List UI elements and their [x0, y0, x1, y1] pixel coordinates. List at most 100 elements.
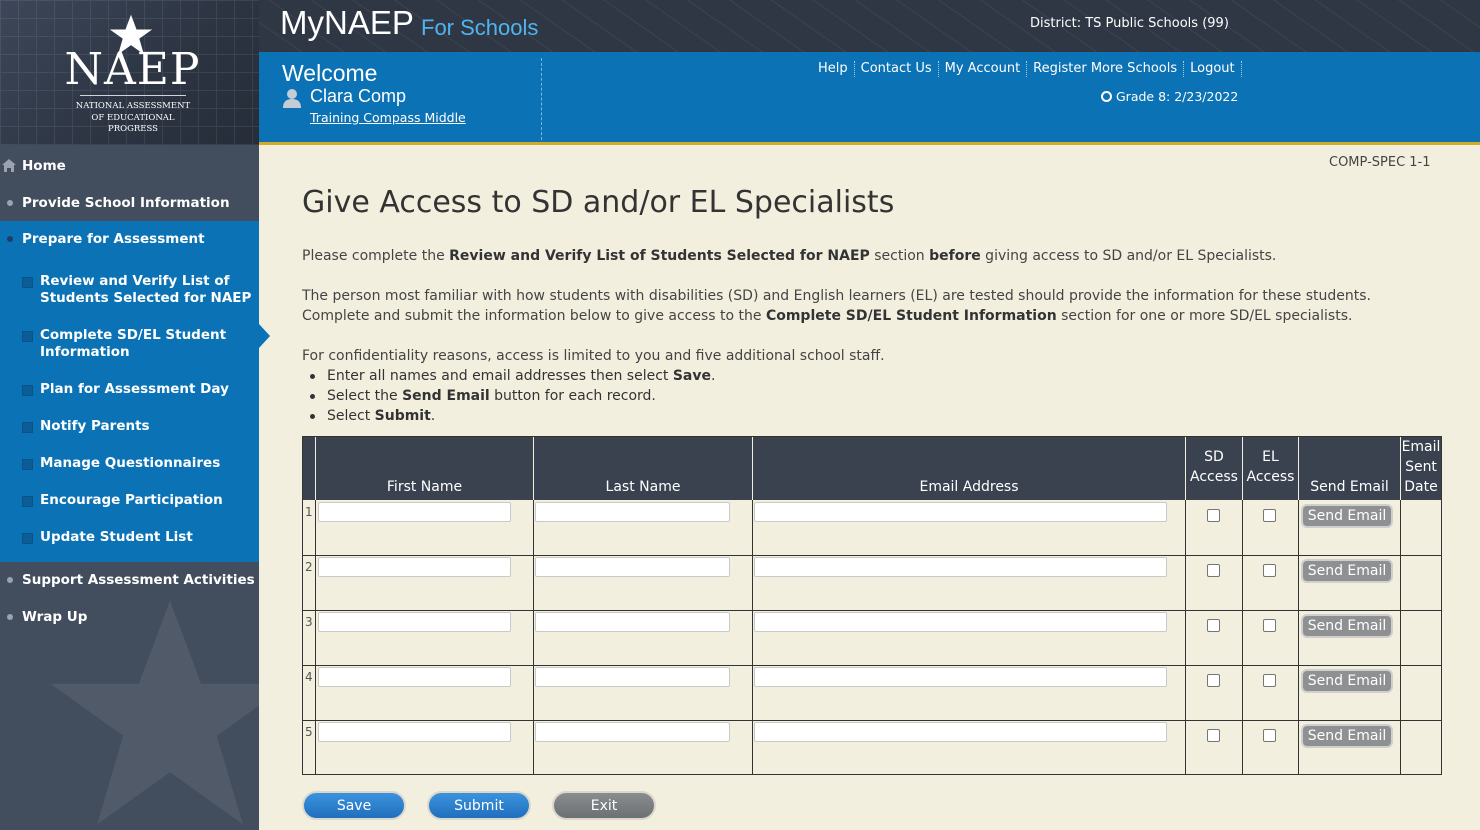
row-number: 4	[305, 670, 313, 684]
sidebar-subitem-manage-questionnaires[interactable]: Manage Questionnaires	[22, 455, 254, 472]
app-title: MyNAEP	[280, 4, 414, 41]
sd-access-checkbox[interactable]	[1207, 674, 1220, 687]
square-bullet-icon	[22, 422, 33, 433]
logout-link[interactable]: Logout	[1184, 61, 1242, 77]
email-address-input[interactable]	[754, 557, 1167, 577]
grid-line	[1298, 500, 1299, 774]
row-divider	[303, 665, 1441, 666]
sidebar-item-label: Wrap Up	[22, 608, 88, 625]
welcome-title: Welcome	[282, 60, 378, 86]
el-access-checkbox[interactable]	[1263, 509, 1276, 522]
square-bullet-icon	[22, 459, 33, 470]
page-code: COMP-SPEC 1-1	[1329, 155, 1431, 170]
sidebar-subitem-label: Update Student List	[40, 529, 193, 545]
column-header-email: Email Address	[752, 437, 1185, 500]
column-header-first-name: First Name	[315, 437, 533, 500]
sidebar-subitem-label: Encourage Participation	[40, 492, 223, 508]
sidebar-subitem-update-student-list[interactable]: Update Student List	[22, 529, 254, 546]
row-number: 3	[305, 615, 313, 629]
sidebar-subitem-review-verify[interactable]: Review and Verify List of Students Selec…	[22, 273, 254, 307]
user-icon	[283, 89, 301, 108]
sd-access-checkbox[interactable]	[1207, 729, 1220, 742]
sidebar-subitem-notify-parents[interactable]: Notify Parents	[22, 418, 254, 435]
sd-access-checkbox[interactable]	[1207, 509, 1220, 522]
help-link[interactable]: Help	[812, 61, 855, 77]
bullet-icon	[7, 199, 13, 206]
bullet-icon	[7, 613, 13, 620]
send-email-button[interactable]: Send Email	[1301, 504, 1393, 528]
exit-button[interactable]: Exit	[552, 791, 656, 820]
grid-line	[1242, 500, 1243, 774]
grade-label: Grade 8: 2/23/2022	[1116, 89, 1239, 104]
naep-logo-subtitle: NATIONAL ASSESSMENT OF EDUCATIONAL PROGR…	[75, 101, 191, 134]
send-email-button[interactable]: Send Email	[1301, 724, 1393, 748]
sidebar-item-label: Home	[22, 157, 66, 174]
column-header-send-email: Send Email	[1298, 437, 1400, 500]
column-header-sd-access: SD Access	[1185, 437, 1242, 500]
last-name-input[interactable]	[535, 557, 730, 577]
grid-line	[1400, 500, 1401, 774]
last-name-input[interactable]	[535, 612, 730, 632]
first-name-input[interactable]	[318, 667, 511, 687]
home-icon	[2, 159, 16, 172]
logo-divider	[80, 95, 186, 96]
last-name-input[interactable]	[535, 667, 730, 687]
save-button[interactable]: Save	[302, 791, 406, 820]
first-name-input[interactable]	[318, 557, 511, 577]
instructions-paragraph-3: For confidentiality reasons, access is l…	[302, 348, 885, 364]
sidebar-subitem-encourage-participation[interactable]: Encourage Participation	[22, 492, 254, 509]
sidebar-item-home[interactable]: Home	[0, 147, 259, 184]
naep-wordmark: NAEP	[64, 44, 201, 95]
active-item-pointer	[259, 324, 270, 348]
first-name-input[interactable]	[318, 502, 511, 522]
sidebar-item-prepare-for-assessment[interactable]: Prepare for Assessment	[0, 221, 259, 258]
sidebar-subitem-complete-sd-el[interactable]: Complete SD/EL Student Information	[22, 327, 254, 361]
welcome-divider	[541, 58, 542, 140]
row-number: 2	[305, 560, 313, 574]
email-address-input[interactable]	[754, 722, 1167, 742]
instructions-list: Enter all names and email addresses then…	[309, 366, 715, 426]
list-item: Select Submit.	[309, 406, 715, 426]
sidebar-item-provide-school-information[interactable]: Provide School Information	[0, 184, 259, 221]
submit-button[interactable]: Submit	[427, 791, 531, 820]
my-account-link[interactable]: My Account	[939, 61, 1028, 77]
sidebar-subitem-label: Notify Parents	[40, 418, 150, 434]
sidebar-item-label: Provide School Information	[22, 194, 230, 211]
el-access-checkbox[interactable]	[1263, 674, 1276, 687]
el-access-checkbox[interactable]	[1263, 619, 1276, 632]
email-address-input[interactable]	[754, 502, 1167, 522]
grade-radio-icon[interactable]	[1101, 91, 1112, 102]
sidebar-item-support-assessment-activities[interactable]: Support Assessment Activities	[0, 561, 259, 598]
welcome-bar: Welcome Clara Comp Training Compass Midd…	[259, 52, 1480, 145]
sd-access-checkbox[interactable]	[1207, 564, 1220, 577]
square-bullet-icon	[22, 533, 33, 544]
sd-access-checkbox[interactable]	[1207, 619, 1220, 632]
naep-logo-panel[interactable]: NAEP NATIONAL ASSESSMENT OF EDUCATIONAL …	[0, 0, 259, 145]
register-more-schools-link[interactable]: Register More Schools	[1027, 61, 1185, 77]
top-links: Help Contact Us My Account Register More…	[812, 61, 1242, 77]
email-address-input[interactable]	[754, 612, 1167, 632]
row-number: 1	[305, 505, 313, 519]
page-title: Give Access to SD and/or EL Specialists	[302, 185, 895, 220]
square-bullet-icon	[22, 331, 33, 342]
first-name-input[interactable]	[318, 612, 511, 632]
first-name-input[interactable]	[318, 722, 511, 742]
sidebar-subitem-plan-assessment-day[interactable]: Plan for Assessment Day	[22, 381, 254, 398]
instructions-paragraph-1: Please complete the Review and Verify Li…	[302, 248, 1277, 264]
school-link[interactable]: Training Compass Middle	[310, 110, 466, 125]
top-bar: MyNAEP For Schools District: TS Public S…	[259, 0, 1480, 52]
send-email-button[interactable]: Send Email	[1301, 559, 1393, 583]
grade-selector[interactable]: Grade 8: 2/23/2022	[1101, 89, 1238, 104]
bullet-icon	[7, 576, 13, 583]
el-access-checkbox[interactable]	[1263, 729, 1276, 742]
last-name-input[interactable]	[535, 502, 730, 522]
last-name-input[interactable]	[535, 722, 730, 742]
sidebar-subitem-label: Complete SD/EL Student Information	[40, 327, 227, 360]
send-email-button[interactable]: Send Email	[1301, 614, 1393, 638]
row-number: 5	[305, 725, 313, 739]
sidebar-item-wrap-up[interactable]: Wrap Up	[0, 598, 259, 635]
el-access-checkbox[interactable]	[1263, 564, 1276, 577]
email-address-input[interactable]	[754, 667, 1167, 687]
send-email-button[interactable]: Send Email	[1301, 669, 1393, 693]
contact-us-link[interactable]: Contact Us	[855, 61, 939, 77]
